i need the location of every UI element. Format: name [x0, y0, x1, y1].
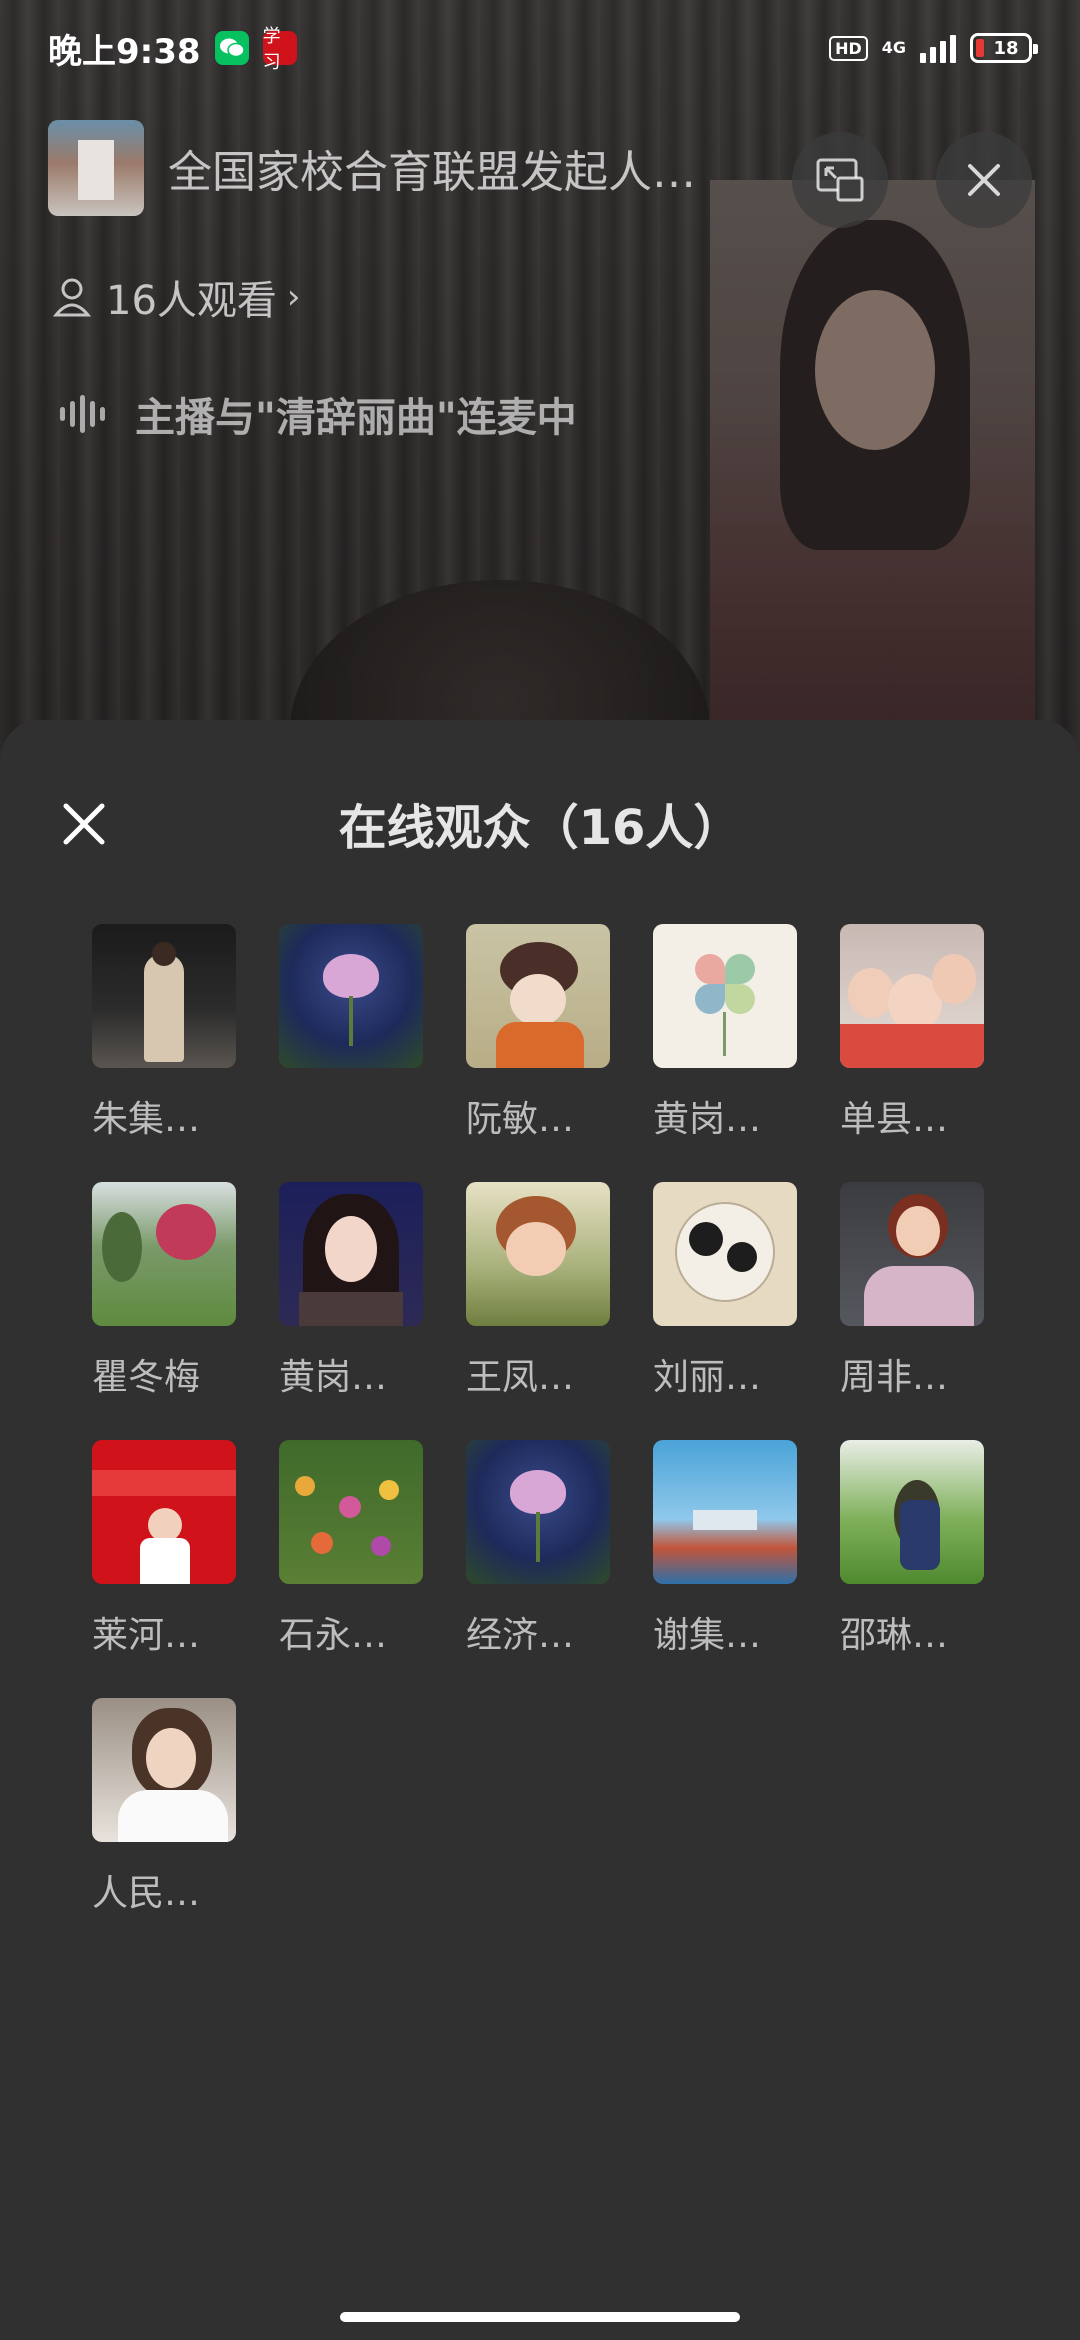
audience-item[interactable]: 单县…	[840, 924, 984, 1140]
audience-name: 刘丽…	[653, 1357, 762, 1398]
audience-name: 阮敏…	[466, 1099, 575, 1140]
audience-item[interactable]: 经济…	[466, 1440, 610, 1656]
live-header: 全国家校合育联盟发起人…	[48, 120, 768, 216]
audience-item[interactable]: 黄岗…	[279, 1182, 423, 1398]
co-host-status: 主播与"清辞丽曲"连麦中	[60, 385, 577, 443]
audience-name: 人民…	[92, 1873, 201, 1914]
audio-wave-icon	[60, 394, 105, 434]
audience-name: 莱河…	[92, 1615, 201, 1656]
audience-item[interactable]: 周非…	[840, 1182, 984, 1398]
close-icon	[968, 164, 1000, 196]
audience-name: 经济…	[466, 1615, 575, 1656]
co-host-status-text: 主播与"清辞丽曲"连麦中	[135, 395, 577, 441]
host-avatar[interactable]	[48, 120, 144, 216]
xuexi-icon: 学习	[262, 26, 297, 73]
avatar	[92, 1182, 236, 1326]
avatar	[92, 924, 236, 1068]
avatar	[653, 924, 797, 1068]
audience-name: 谢集…	[653, 1615, 762, 1656]
network-type: 4G	[881, 38, 906, 57]
audience-item[interactable]: 邵琳…	[840, 1440, 984, 1656]
avatar	[466, 1182, 610, 1326]
avatar	[653, 1182, 797, 1326]
audience-name: 石永…	[279, 1615, 388, 1656]
avatar	[466, 924, 610, 1068]
live-title[interactable]: 全国家校合育联盟发起人…	[168, 136, 768, 200]
audience-item[interactable]: 黄岗…	[653, 924, 797, 1140]
audience-item[interactable]: 朱集…	[92, 924, 236, 1140]
avatar	[92, 1698, 236, 1842]
avatar	[840, 1182, 984, 1326]
audience-item[interactable]: 莱河…	[92, 1440, 236, 1656]
wechat-icon	[214, 31, 249, 65]
audience-item[interactable]	[279, 924, 423, 1138]
avatar	[279, 1182, 423, 1326]
audience-name: 朱集…	[92, 1099, 201, 1140]
status-bar: 晚上9:38 学习 HD 4G 18	[0, 0, 1080, 96]
audience-name: 单县…	[840, 1099, 949, 1140]
battery-level: 18	[993, 37, 1019, 59]
audience-name	[279, 1090, 423, 1138]
battery-icon: 18	[970, 33, 1038, 63]
audience-name: 周非…	[840, 1357, 949, 1398]
status-time: 晚上9:38	[48, 31, 201, 72]
home-indicator[interactable]	[340, 2312, 740, 2322]
viewer-count-label: 16人观看	[106, 278, 277, 324]
audience-item[interactable]: 刘丽…	[653, 1182, 797, 1398]
audience-item[interactable]: 王凤…	[466, 1182, 610, 1398]
audience-item[interactable]: 阮敏…	[466, 924, 610, 1140]
audience-name: 邵琳…	[840, 1615, 949, 1656]
audience-item[interactable]: 谢集…	[653, 1440, 797, 1656]
avatar	[653, 1440, 797, 1584]
pip-button[interactable]	[792, 132, 888, 228]
avatar	[840, 924, 984, 1068]
avatar	[279, 1440, 423, 1584]
co-host-video[interactable]	[710, 180, 1035, 740]
picture-in-picture-icon	[816, 158, 864, 202]
close-live-button[interactable]	[936, 132, 1032, 228]
avatar	[279, 924, 423, 1068]
chevron-right-icon: ›	[286, 277, 301, 317]
avatar	[92, 1440, 236, 1584]
avatar	[840, 1440, 984, 1584]
audience-item[interactable]: 瞿冬梅	[92, 1182, 236, 1398]
person-icon	[52, 278, 92, 317]
audience-name: 王凤…	[466, 1357, 575, 1398]
avatar	[466, 1440, 610, 1584]
audience-name: 瞿冬梅	[92, 1357, 201, 1398]
audience-item[interactable]: 石永…	[279, 1440, 423, 1656]
online-audience-sheet: 在线观众（16人） 朱集… 阮敏… 黄岗… 单县… 瞿冬梅 黄岗… 王凤… 刘丽…	[0, 720, 1080, 2340]
hd-badge: HD	[829, 35, 868, 61]
audience-grid: 朱集… 阮敏… 黄岗… 单县… 瞿冬梅 黄岗… 王凤… 刘丽… 周非… 莱河… …	[92, 924, 1052, 1914]
audience-name: 黄岗…	[279, 1357, 388, 1398]
signal-icon	[920, 33, 956, 63]
audience-item[interactable]: 人民…	[92, 1698, 236, 1914]
viewer-count[interactable]: 16人观看 ›	[50, 268, 301, 326]
sheet-title: 在线观众（16人）	[338, 800, 742, 856]
audience-name: 黄岗…	[653, 1099, 762, 1140]
